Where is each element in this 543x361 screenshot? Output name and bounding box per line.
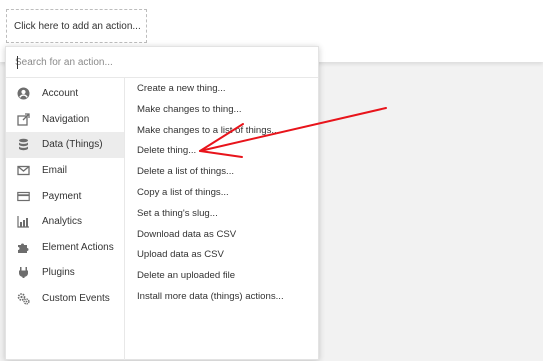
- payment-icon: [17, 190, 30, 203]
- gears-icon: [17, 292, 30, 305]
- action-delete-uploaded-file[interactable]: Delete an uploaded file: [127, 266, 317, 287]
- database-icon: [17, 138, 30, 151]
- account-icon: [17, 87, 30, 100]
- category-email[interactable]: Email: [6, 158, 124, 184]
- action-set-slug[interactable]: Set a thing's slug...: [127, 204, 317, 225]
- category-data-things[interactable]: Data (Things): [6, 132, 124, 158]
- analytics-icon: [17, 215, 30, 228]
- email-icon: [17, 164, 30, 177]
- action-upload-csv[interactable]: Upload data as CSV: [127, 245, 317, 266]
- action-search-input[interactable]: [15, 52, 305, 72]
- action-install-more[interactable]: Install more data (things) actions...: [127, 287, 317, 308]
- category-custom-events[interactable]: Custom Events: [6, 286, 124, 312]
- action-picker-popup: Account Navigation Data (Things) Email P…: [5, 46, 319, 360]
- puzzle-icon: [17, 241, 30, 254]
- action-category-list: Account Navigation Data (Things) Email P…: [6, 78, 125, 360]
- action-delete-list[interactable]: Delete a list of things...: [127, 162, 317, 183]
- category-label: Data (Things): [42, 139, 103, 151]
- category-element-actions[interactable]: Element Actions: [6, 235, 124, 261]
- action-delete-thing[interactable]: Delete thing...: [127, 141, 317, 162]
- category-label: Custom Events: [42, 293, 110, 305]
- text-cursor: [17, 56, 18, 69]
- action-search-bar: [6, 47, 318, 78]
- category-label: Account: [42, 88, 79, 100]
- category-label: Email: [42, 165, 68, 177]
- category-navigation[interactable]: Navigation: [6, 107, 124, 133]
- category-label: Payment: [42, 190, 82, 202]
- category-label: Element Actions: [42, 241, 114, 253]
- action-make-changes-to-thing[interactable]: Make changes to thing...: [127, 100, 317, 121]
- category-payment[interactable]: Payment: [6, 183, 124, 209]
- category-account[interactable]: Account: [6, 81, 124, 107]
- category-label: Navigation: [42, 113, 90, 125]
- action-list: Create a new thing... Make changes to th…: [127, 78, 317, 361]
- category-label: Plugins: [42, 267, 75, 279]
- category-plugins[interactable]: Plugins: [6, 260, 124, 286]
- category-label: Analytics: [42, 216, 83, 228]
- action-create-new-thing[interactable]: Create a new thing...: [127, 79, 317, 100]
- action-make-changes-to-list[interactable]: Make changes to a list of things...: [127, 121, 317, 142]
- category-analytics[interactable]: Analytics: [6, 209, 124, 235]
- action-copy-list[interactable]: Copy a list of things...: [127, 183, 317, 204]
- action-download-csv[interactable]: Download data as CSV: [127, 225, 317, 246]
- navigation-icon: [17, 113, 30, 126]
- add-action-button[interactable]: Click here to add an action...: [6, 9, 147, 43]
- plug-icon: [17, 266, 30, 279]
